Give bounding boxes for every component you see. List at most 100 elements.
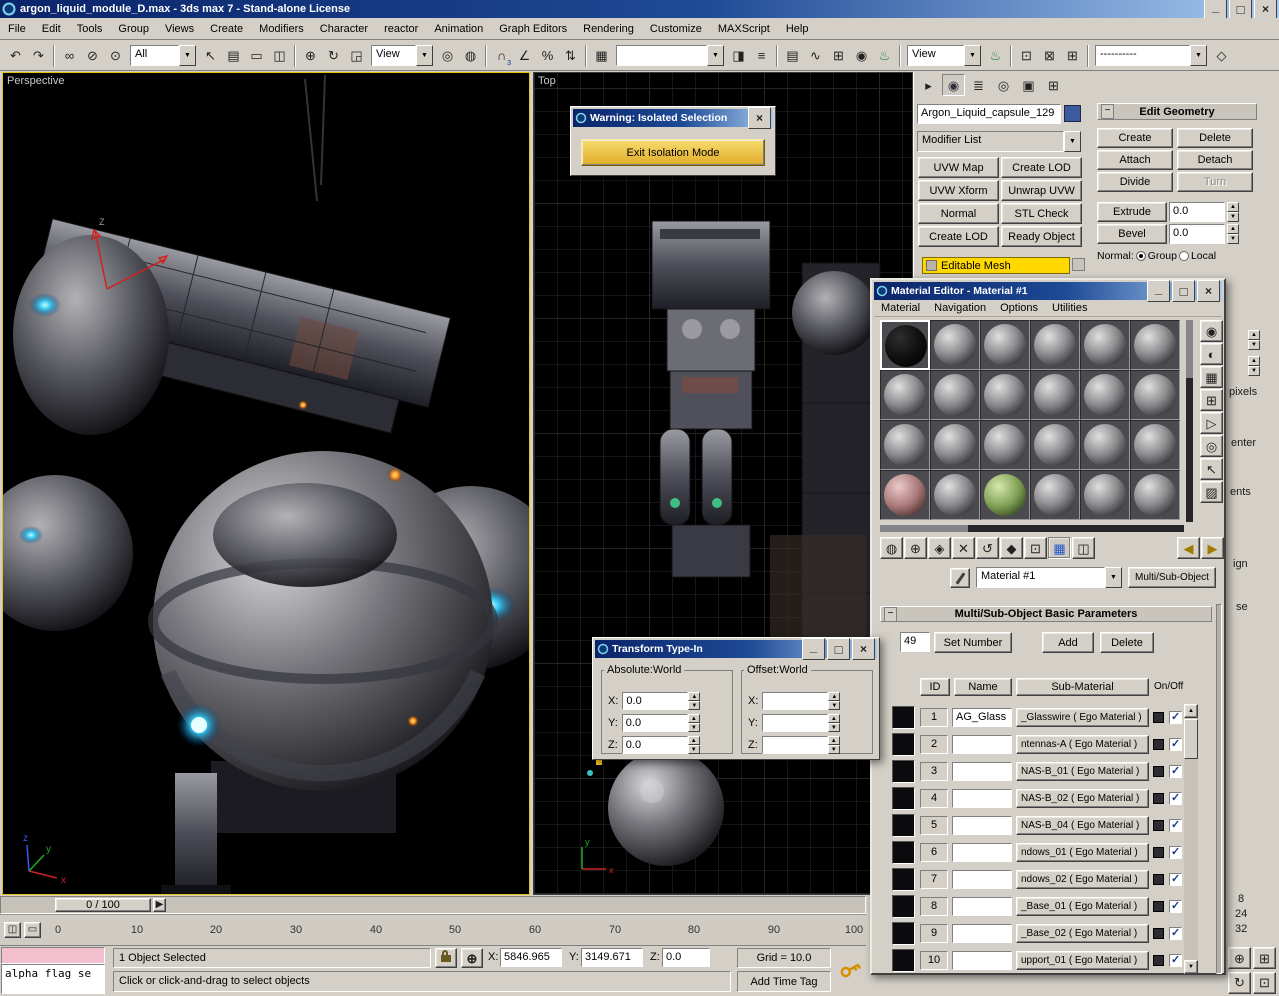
reference-coordinate-dropdown[interactable]: View	[371, 45, 433, 66]
material-preview-swatch[interactable]	[892, 922, 915, 945]
menu-group[interactable]: Group	[110, 20, 157, 38]
row-name-input[interactable]	[952, 789, 1012, 808]
tab-modify[interactable]	[942, 74, 965, 96]
material-sample[interactable]	[980, 320, 1030, 370]
panel-fragment-spinner[interactable]	[1248, 356, 1260, 376]
layer-manager-icon[interactable]	[781, 45, 804, 67]
warning-dialog-titlebar[interactable]: Warning: Isolated Selection	[573, 109, 773, 127]
menu-utilities[interactable]: Utilities	[1045, 300, 1094, 316]
unlink-selection-icon[interactable]	[81, 45, 104, 67]
abs-z-input[interactable]: 0.0	[622, 736, 688, 754]
align-icon[interactable]	[750, 45, 773, 67]
close-icon[interactable]	[748, 107, 771, 129]
row-onoff-checkbox[interactable]	[1169, 873, 1182, 886]
time-slider-track[interactable]: 0 / 100	[0, 896, 866, 914]
local-radio-label[interactable]: Local	[1191, 250, 1216, 262]
material-sample[interactable]	[1080, 470, 1130, 520]
abs-z-spinner[interactable]	[688, 736, 700, 754]
tab-motion[interactable]	[992, 74, 1015, 96]
abs-y-spinner[interactable]	[688, 714, 700, 732]
maxscript-listener-input[interactable]: alpha flag se	[1, 964, 105, 994]
exit-isolation-button[interactable]: Exit Isolation Mode	[581, 139, 765, 166]
undo-icon[interactable]	[4, 45, 27, 67]
open-minicurve-icon[interactable]	[4, 922, 21, 938]
sample-type-icon[interactable]	[1200, 320, 1223, 342]
lock-selection-button[interactable]	[435, 948, 457, 968]
menu-navigation[interactable]: Navigation	[927, 300, 993, 316]
go-to-parent-icon[interactable]	[1177, 537, 1200, 559]
row-name-input[interactable]	[952, 870, 1012, 889]
row-color-swatch[interactable]	[1153, 712, 1164, 723]
row-onoff-checkbox[interactable]	[1169, 765, 1182, 778]
row-name-input[interactable]	[952, 897, 1012, 916]
row-name-input[interactable]	[952, 816, 1012, 835]
select-object-icon[interactable]	[199, 45, 222, 67]
row-submaterial-button[interactable]: _Base_02 ( Ego Material )	[1016, 924, 1149, 943]
material-preview-swatch[interactable]	[892, 841, 915, 864]
row-color-swatch[interactable]	[1153, 739, 1164, 750]
viewport-label[interactable]: Perspective	[7, 75, 64, 87]
material-sample[interactable]	[980, 420, 1030, 470]
row-submaterial-button[interactable]: NAS-B_02 ( Ego Material )	[1016, 789, 1149, 808]
get-material-icon[interactable]	[880, 537, 903, 559]
create-lod2-button[interactable]: Create LOD	[918, 226, 999, 247]
uvw-xform-button[interactable]: UVW Xform	[918, 180, 999, 201]
snap-toggle-icon[interactable]	[490, 45, 513, 67]
off-x-spinner[interactable]	[828, 692, 840, 710]
show-keys-icon[interactable]	[24, 922, 41, 938]
group-radio-label[interactable]: Group	[1148, 250, 1177, 262]
absolute-offset-toggle-button[interactable]	[461, 948, 483, 968]
material-editor-titlebar[interactable]: Material Editor - Material #1	[874, 282, 1222, 300]
off-z-input[interactable]	[762, 736, 828, 754]
material-sample[interactable]	[1130, 320, 1180, 370]
menu-rendering[interactable]: Rendering	[575, 20, 642, 38]
abs-x-input[interactable]: 0.0	[622, 692, 688, 710]
material-preview-swatch[interactable]	[892, 787, 915, 810]
material-sample[interactable]	[930, 320, 980, 370]
close-icon[interactable]	[852, 638, 875, 660]
menu-reactor[interactable]: reactor	[376, 20, 426, 38]
material-sample[interactable]	[1080, 420, 1130, 470]
select-and-link-icon[interactable]	[58, 45, 81, 67]
stl-check-button[interactable]: STL Check	[1001, 203, 1082, 224]
percent-snap-icon[interactable]	[536, 45, 559, 67]
rollout-scroll-groove[interactable]	[1216, 604, 1222, 974]
row-name-input[interactable]: AG_Glass	[952, 708, 1012, 727]
row-color-swatch[interactable]	[1153, 874, 1164, 885]
create-lod-button[interactable]: Create LOD	[1001, 157, 1082, 178]
multisub-params-header[interactable]: Multi/Sub-Object Basic Parameters	[880, 606, 1212, 622]
rotate-icon[interactable]	[322, 45, 345, 67]
material-id-icon[interactable]	[1024, 537, 1047, 559]
row-submaterial-button[interactable]: NAS-B_01 ( Ego Material )	[1016, 762, 1149, 781]
select-by-name-icon[interactable]	[222, 45, 245, 67]
viewport-top[interactable]: Top x y	[533, 72, 913, 895]
material-sample[interactable]	[880, 370, 930, 420]
video-color-check-icon[interactable]	[1200, 412, 1223, 434]
material-preview-swatch[interactable]	[892, 895, 915, 918]
row-submaterial-button[interactable]: ndows_02 ( Ego Material )	[1016, 870, 1149, 889]
row-onoff-checkbox[interactable]	[1169, 927, 1182, 940]
menu-options[interactable]: Options	[993, 300, 1045, 316]
row-submaterial-button[interactable]: _Glasswire ( Ego Material )	[1016, 708, 1149, 727]
local-radio[interactable]	[1179, 251, 1189, 261]
row-onoff-checkbox[interactable]	[1169, 792, 1182, 805]
row-color-swatch[interactable]	[1153, 766, 1164, 777]
unwrap-uvw-button[interactable]: Unwrap UVW	[1001, 180, 1082, 201]
material-sample[interactable]	[980, 470, 1030, 520]
uvw-map-button[interactable]: UVW Map	[918, 157, 999, 178]
toolbar-extra-icon[interactable]	[1038, 45, 1061, 67]
material-sample[interactable]	[1030, 470, 1080, 520]
pick-material-from-object-button[interactable]	[950, 568, 970, 588]
menu-create[interactable]: Create	[202, 20, 251, 38]
minimize-icon[interactable]	[1147, 280, 1170, 302]
time-slider[interactable]: 0 / 100	[55, 898, 151, 912]
schematic-view-icon[interactable]	[827, 45, 850, 67]
chevron-down-icon[interactable]	[1064, 131, 1081, 152]
modifier-stack-item[interactable]: Editable Mesh	[922, 257, 1070, 274]
z-coord-input[interactable]: 0.0	[662, 948, 710, 967]
table-scrollbar[interactable]: ▲ ▼	[1184, 704, 1198, 974]
off-z-spinner[interactable]	[828, 736, 840, 754]
viewport-label[interactable]: Top	[538, 75, 556, 87]
selection-filter-dropdown[interactable]: All	[130, 45, 196, 66]
redo-icon[interactable]	[27, 45, 50, 67]
